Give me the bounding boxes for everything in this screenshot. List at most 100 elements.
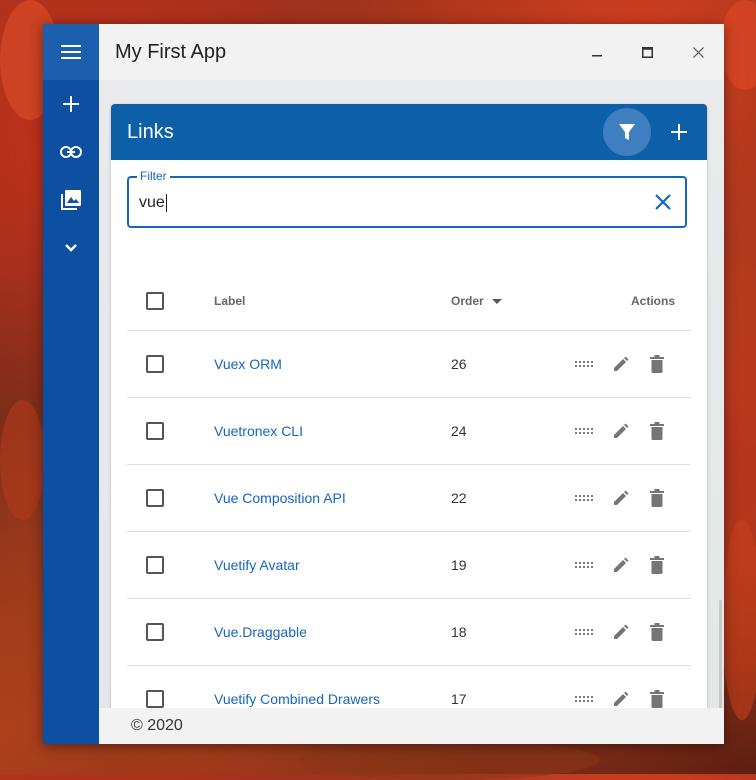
scrollbar[interactable] [719,600,722,708]
table-row: Vue.Draggable 18 [127,599,691,666]
drag-handle-icon [575,629,593,635]
header-order[interactable]: Order [451,294,484,308]
pencil-icon [614,624,629,639]
main-content: Links Filter vue Label Order Actions Vue… [99,80,724,708]
trash-icon [650,489,664,507]
card-header: Links [111,104,707,160]
edit-button[interactable] [603,415,639,447]
plus-icon [63,96,79,112]
table-row: Vuetify Avatar 19 [127,532,691,599]
drag-handle[interactable] [567,415,603,447]
edit-button[interactable] [603,616,639,648]
order-value: 18 [451,624,467,640]
pencil-icon [614,490,629,505]
drag-handle[interactable] [567,549,603,581]
drag-handle[interactable] [567,683,603,708]
delete-button[interactable] [639,549,675,581]
delete-button[interactable] [639,482,675,514]
select-all-checkbox[interactable] [146,292,164,310]
close-button[interactable] [673,24,724,80]
pencil-icon [614,356,629,371]
photo-library-icon [61,190,81,210]
table-row: Vuetify Combined Drawers 17 [127,666,691,708]
drag-handle-icon [575,428,593,434]
header-actions: Actions [630,294,675,308]
row-checkbox[interactable] [146,623,164,641]
trash-icon [650,623,664,641]
delete-button[interactable] [639,616,675,648]
link-label[interactable]: Vue.Draggable [214,624,307,640]
nav-rail [43,24,99,744]
link-label[interactable]: Vue Composition API [214,490,346,506]
row-checkbox[interactable] [146,690,164,708]
table-row: Vuetronex CLI 24 [127,398,691,465]
edit-button[interactable] [603,348,639,380]
add-button[interactable] [43,80,99,128]
header-label[interactable]: Label [214,294,451,308]
minimize-button[interactable] [571,24,622,80]
background-leaf [0,400,45,520]
drag-handle[interactable] [567,482,603,514]
order-value: 22 [451,490,467,506]
clear-icon[interactable] [651,190,675,214]
filter-toggle-button[interactable] [603,108,651,156]
link-label[interactable]: Vuetronex CLI [214,423,303,439]
drag-handle[interactable] [567,348,603,380]
row-checkbox[interactable] [146,489,164,507]
row-checkbox[interactable] [146,422,164,440]
order-value: 19 [451,557,467,573]
order-value: 24 [451,423,467,439]
row-checkbox[interactable] [146,355,164,373]
trash-icon [650,556,664,574]
row-checkbox[interactable] [146,556,164,574]
drag-handle-icon [575,562,593,568]
delete-button[interactable] [639,348,675,380]
link-label[interactable]: Vuetify Avatar [214,557,300,573]
links-card: Links Filter vue Label Order Actions Vue… [111,104,707,708]
add-link-button[interactable] [655,108,703,156]
filter-icon [619,124,635,140]
background-leaf [722,520,756,720]
app-window: My First App Links Filter vue Label Orde… [43,24,724,744]
photos-nav-button[interactable] [43,176,99,224]
order-value: 26 [451,356,467,372]
plus-icon [671,124,687,140]
link-icon [60,146,82,158]
card-title: Links [127,120,174,143]
delete-button[interactable] [639,415,675,447]
maximize-button[interactable] [622,24,673,80]
table-row: Vue Composition API 22 [127,465,691,532]
link-label[interactable]: Vuex ORM [214,356,282,372]
table-body: Vuex ORM 26 Vuetronex CLI 24 Vue Composition… [127,331,691,708]
menu-button[interactable] [43,24,99,80]
order-value: 17 [451,691,467,707]
drag-handle[interactable] [567,616,603,648]
filter-label: Filter [137,169,170,183]
table-header: Label Order Actions [127,272,691,331]
drag-handle-icon [575,495,593,501]
sort-desc-icon[interactable] [491,298,502,304]
edit-button[interactable] [603,482,639,514]
pencil-icon [614,557,629,572]
background-leaf [300,740,600,780]
pencil-icon [614,423,629,438]
filter-input[interactable]: vue [139,194,167,212]
background-leaf [720,0,756,90]
minimize-icon [591,55,602,57]
filter-field[interactable]: Filter vue [127,169,687,228]
pencil-icon [614,691,629,706]
title-bar: My First App [99,24,724,80]
close-icon [693,46,704,58]
expand-button[interactable] [43,224,99,272]
trash-icon [650,422,664,440]
footer: © 2020 [99,708,724,744]
menu-icon [61,45,81,59]
footer-copyright: © 2020 [131,717,183,734]
edit-button[interactable] [603,683,639,708]
edit-button[interactable] [603,549,639,581]
maximize-icon [642,46,653,58]
delete-button[interactable] [639,683,675,708]
app-title: My First App [115,40,227,63]
links-nav-button[interactable] [43,128,99,176]
link-label[interactable]: Vuetify Combined Drawers [214,691,380,707]
